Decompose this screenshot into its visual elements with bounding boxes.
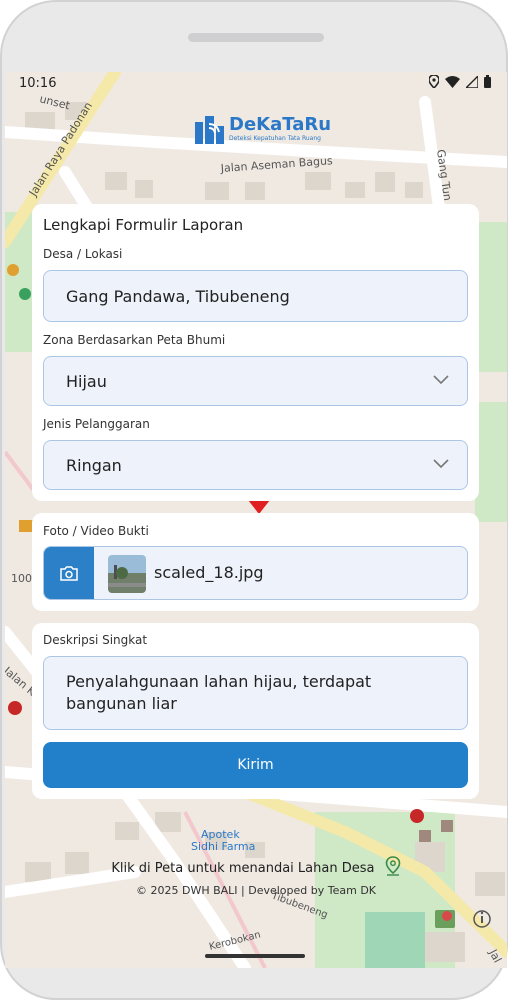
- violation-value: Ringan: [66, 455, 122, 475]
- signal-icon: [466, 75, 478, 88]
- chevron-down-icon: [433, 375, 449, 385]
- credit-text: © 2025 DWH BALI | Developed by Team DK: [135, 884, 377, 897]
- description-textarea[interactable]: Penyalahgunaan lahan hijau, terdapat ban…: [43, 656, 468, 730]
- map-poi-icon: [419, 830, 431, 842]
- home-indicator[interactable]: [205, 954, 305, 958]
- map-poi-icon: [7, 264, 19, 276]
- app-name: DeKaTaRu: [229, 114, 332, 135]
- location-pin-icon: [385, 856, 400, 876]
- media-label: Foto / Video Bukti: [43, 524, 149, 538]
- map-poi-icon: [410, 809, 424, 823]
- status-bar: 10:16: [5, 72, 507, 96]
- location-label: Desa / Lokasi: [43, 247, 123, 261]
- description-card: Deskripsi Singkat Penyalahgunaan lahan h…: [32, 623, 479, 799]
- map-attribution-icon: [435, 910, 455, 928]
- zone-dropdown[interactable]: Hijau: [43, 356, 468, 406]
- battery-icon: [484, 75, 491, 88]
- phone-speaker: [188, 33, 324, 42]
- form-title: Lengkapi Formulir Laporan: [43, 216, 244, 234]
- zone-label: Zona Berdasarkan Peta Bhumi: [43, 333, 226, 347]
- zone-value: Hijau: [66, 371, 107, 391]
- map-hint: Klik di Peta untuk menandai Lahan Desa: [5, 856, 507, 876]
- submit-button[interactable]: Kirim: [43, 742, 468, 788]
- phone-frame: Jalan Raya Padonan Jalan Aseman Bagus Ga…: [0, 0, 508, 1000]
- location-value: Gang Pandawa, Tibubeneng: [66, 286, 290, 306]
- map-poi-icon: [441, 820, 453, 832]
- map-hint-text: Klik di Peta untuk menandai Lahan Desa: [111, 861, 375, 876]
- media-upload-field[interactable]: scaled_18.jpg: [43, 546, 468, 600]
- camera-icon: [60, 565, 78, 581]
- location-icon: [429, 75, 439, 88]
- description-label: Deskripsi Singkat: [43, 633, 148, 647]
- media-card: Foto / Video Bukti scaled_18.jpg: [32, 513, 479, 611]
- map-poi-icon: [19, 520, 33, 532]
- report-form-card: Lengkapi Formulir Laporan Desa / Lokasi …: [32, 204, 479, 501]
- description-value: Penyalahgunaan lahan hijau, terdapat ban…: [66, 672, 372, 713]
- violation-dropdown[interactable]: Ringan: [43, 440, 468, 490]
- map-poi-icon: [19, 288, 31, 300]
- status-time: 10:16: [19, 76, 57, 91]
- camera-button[interactable]: [44, 547, 94, 599]
- media-filename: scaled_18.jpg: [154, 563, 264, 582]
- violation-label: Jenis Pelanggaran: [43, 417, 150, 431]
- map-poi-label: Sidhi Farma: [191, 840, 255, 853]
- media-thumbnail: [108, 555, 146, 593]
- wifi-icon: [445, 75, 460, 88]
- map-number-label: 100: [11, 572, 32, 585]
- location-field[interactable]: Gang Pandawa, Tibubeneng: [43, 270, 468, 322]
- app-screen: Jalan Raya Padonan Jalan Aseman Bagus Ga…: [5, 72, 507, 968]
- app-logo: DeKaTaRu Deteksi Kepatuhan Tata Ruang: [193, 112, 331, 146]
- logo-icon: [195, 116, 224, 144]
- status-icons: [429, 75, 491, 88]
- chevron-down-icon: [433, 459, 449, 469]
- app-tagline: Deteksi Kepatuhan Tata Ruang: [229, 135, 321, 142]
- map-poi-icon: [8, 701, 22, 715]
